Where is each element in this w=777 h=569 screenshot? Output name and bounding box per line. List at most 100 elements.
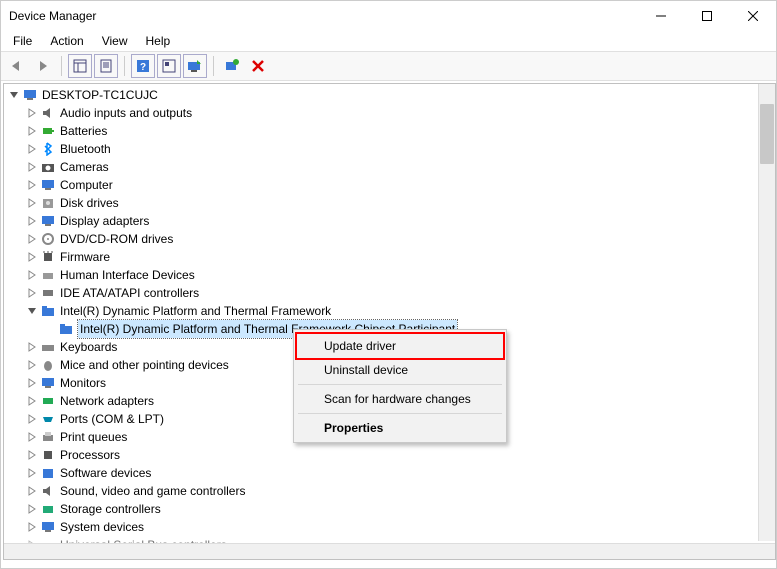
expand-right-icon[interactable] <box>26 431 38 443</box>
expand-right-icon[interactable] <box>26 269 38 281</box>
app-title: Device Manager <box>9 9 96 23</box>
tree-node-bluetooth[interactable]: Bluetooth <box>8 140 775 158</box>
expand-right-icon[interactable] <box>26 125 38 137</box>
tree-node-computer[interactable]: Computer <box>8 176 775 194</box>
sound-controller-icon <box>40 483 56 499</box>
menu-help[interactable]: Help <box>138 32 179 50</box>
horizontal-scrollbar[interactable] <box>4 543 775 559</box>
expand-right-icon[interactable] <box>26 197 38 209</box>
expand-right-icon[interactable] <box>26 467 38 479</box>
expand-down-icon[interactable] <box>26 305 38 317</box>
expand-right-icon[interactable] <box>26 161 38 173</box>
tree-node-label: Human Interface Devices <box>60 266 195 284</box>
toolbar-separator <box>124 56 125 76</box>
tree-node-software-devices[interactable]: Software devices <box>8 464 775 482</box>
expand-right-icon[interactable] <box>26 503 38 515</box>
expand-right-icon[interactable] <box>26 143 38 155</box>
expand-down-icon[interactable] <box>8 89 20 101</box>
nav-forward-button[interactable] <box>31 54 55 78</box>
device-icon <box>58 321 74 337</box>
menu-file[interactable]: File <box>5 32 40 50</box>
tree-node-label: Software devices <box>60 464 151 482</box>
action-toolbar-icon[interactable] <box>157 54 181 78</box>
menu-view[interactable]: View <box>94 32 136 50</box>
computer-icon <box>22 87 38 103</box>
titlebar: Device Manager <box>1 1 776 31</box>
expand-right-icon[interactable] <box>26 107 38 119</box>
expand-right-icon[interactable] <box>26 233 38 245</box>
system-device-icon <box>40 519 56 535</box>
firmware-icon <box>40 249 56 265</box>
tree-node-label: Display adapters <box>60 212 149 230</box>
svg-text:?: ? <box>140 62 146 73</box>
ctx-uninstall-device[interactable]: Uninstall device <box>296 359 504 381</box>
tree-node-firmware[interactable]: Firmware <box>8 248 775 266</box>
tree-node-label: Storage controllers <box>60 500 161 518</box>
tree-node-cameras[interactable]: Cameras <box>8 158 775 176</box>
uninstall-device-button[interactable] <box>246 54 270 78</box>
ctx-properties[interactable]: Properties <box>296 417 504 439</box>
device-tree[interactable]: DESKTOP-TC1CUJC Audio inputs and outputs… <box>4 84 775 556</box>
computer-icon <box>40 177 56 193</box>
toolbar-separator <box>213 56 214 76</box>
help-button[interactable]: ? <box>131 54 155 78</box>
maximize-button[interactable] <box>684 1 730 31</box>
disk-drive-icon <box>40 195 56 211</box>
tree-node-label: Print queues <box>60 428 127 446</box>
tree-root[interactable]: DESKTOP-TC1CUJC <box>8 86 775 104</box>
expand-right-icon[interactable] <box>26 395 38 407</box>
software-device-icon <box>40 465 56 481</box>
tree-node-disk-drives[interactable]: Disk drives <box>8 194 775 212</box>
tree-node-display-adapters[interactable]: Display adapters <box>8 212 775 230</box>
scan-hardware-button[interactable] <box>220 54 244 78</box>
tree-node-label: Bluetooth <box>60 140 111 158</box>
serial-port-icon <box>40 411 56 427</box>
minimize-button[interactable] <box>638 1 684 31</box>
tree-node-batteries[interactable]: Batteries <box>8 122 775 140</box>
tree-node-processors[interactable]: Processors <box>8 446 775 464</box>
expand-right-icon[interactable] <box>26 251 38 263</box>
printer-icon <box>40 429 56 445</box>
tree-node-label: Mice and other pointing devices <box>60 356 229 374</box>
menu-action[interactable]: Action <box>42 32 91 50</box>
expand-right-icon[interactable] <box>26 341 38 353</box>
expand-right-icon[interactable] <box>26 377 38 389</box>
ctx-update-driver[interactable]: Update driver <box>296 333 504 359</box>
vertical-scrollbar-thumb[interactable] <box>760 104 774 164</box>
expand-right-icon[interactable] <box>26 413 38 425</box>
tree-node-label: Intel(R) Dynamic Platform and Thermal Fr… <box>60 302 331 320</box>
nav-back-button[interactable] <box>5 54 29 78</box>
content-area: DESKTOP-TC1CUJC Audio inputs and outputs… <box>1 81 776 562</box>
show-hide-tree-button[interactable] <box>68 54 92 78</box>
tree-node-audio-inputs-outputs[interactable]: Audio inputs and outputs <box>8 104 775 122</box>
close-button[interactable] <box>730 1 776 31</box>
tree-node-hid[interactable]: Human Interface Devices <box>8 266 775 284</box>
tree-node-system-devices[interactable]: System devices <box>8 518 775 536</box>
expand-right-icon[interactable] <box>26 287 38 299</box>
expand-right-icon[interactable] <box>26 359 38 371</box>
expand-right-icon[interactable] <box>26 521 38 533</box>
tree-node-label: Batteries <box>60 122 107 140</box>
tree-node-dvd-cd-drives[interactable]: DVD/CD-ROM drives <box>8 230 775 248</box>
tree-node-label: Cameras <box>60 158 109 176</box>
tree-node-storage-controllers[interactable]: Storage controllers <box>8 500 775 518</box>
expand-right-icon[interactable] <box>26 485 38 497</box>
expand-right-icon[interactable] <box>26 179 38 191</box>
tree-node-ide[interactable]: IDE ATA/ATAPI controllers <box>8 284 775 302</box>
update-driver-software-button[interactable] <box>183 54 207 78</box>
tree-node-label: IDE ATA/ATAPI controllers <box>60 284 199 302</box>
properties-button[interactable] <box>94 54 118 78</box>
storage-controller-icon <box>40 501 56 517</box>
speaker-icon <box>40 105 56 121</box>
menubar: File Action View Help <box>1 31 776 51</box>
tree-node-label: Sound, video and game controllers <box>60 482 245 500</box>
toolbar: ? <box>1 51 776 81</box>
tree-node-label: Disk drives <box>60 194 119 212</box>
ctx-scan-hardware[interactable]: Scan for hardware changes <box>296 388 504 410</box>
tree-node-intel-dptf[interactable]: Intel(R) Dynamic Platform and Thermal Fr… <box>8 302 775 320</box>
tree-node-sound-video[interactable]: Sound, video and game controllers <box>8 482 775 500</box>
device-tree-pane: DESKTOP-TC1CUJC Audio inputs and outputs… <box>3 83 776 560</box>
expand-right-icon[interactable] <box>26 215 38 227</box>
expand-right-icon[interactable] <box>26 449 38 461</box>
ide-controller-icon <box>40 285 56 301</box>
